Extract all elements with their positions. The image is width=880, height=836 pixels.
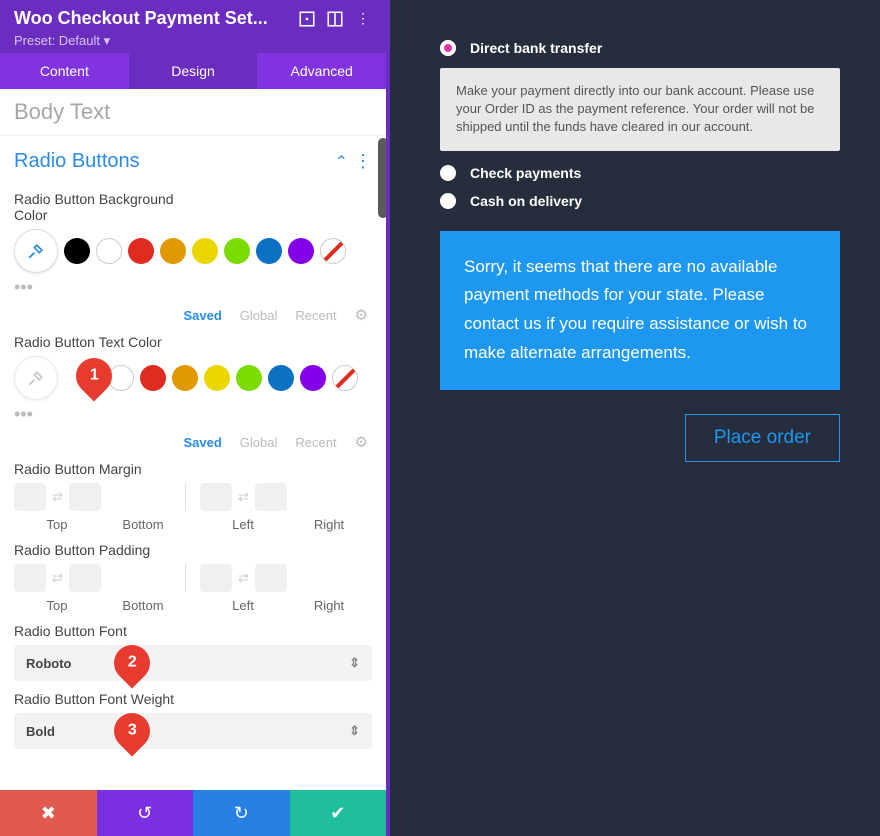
section-title[interactable]: Radio Buttons xyxy=(14,150,335,173)
palette-recent-2[interactable]: Recent xyxy=(295,435,336,450)
padding-top-input[interactable] xyxy=(14,564,46,592)
tab-advanced[interactable]: Advanced xyxy=(257,53,386,89)
palette-global-2[interactable]: Global xyxy=(240,435,278,450)
swatch-green[interactable] xyxy=(224,238,250,264)
action-bar: ✖ ↺ ↻ ✔ xyxy=(0,790,386,836)
pay-opt-1[interactable]: Direct bank transfer xyxy=(470,40,602,56)
sidebar-header: Woo Checkout Payment Set... ⋮ Preset: De… xyxy=(0,0,386,53)
swatch-purple-2[interactable] xyxy=(300,365,326,391)
link-icon-3[interactable]: ⇄ xyxy=(52,570,63,586)
swatch-black[interactable] xyxy=(64,238,90,264)
preview-pane: Direct bank transfer Make your payment d… xyxy=(390,0,880,836)
margin-label: Radio Button Margin xyxy=(14,461,372,477)
save-button[interactable]: ✔ xyxy=(290,790,387,836)
swatch-purple[interactable] xyxy=(288,238,314,264)
kebab-icon[interactable]: ⋮ xyxy=(354,10,372,28)
font-label: Radio Button Font xyxy=(14,623,372,639)
radio-unselected[interactable] xyxy=(440,165,456,181)
module-title: Woo Checkout Payment Set... xyxy=(14,8,288,29)
margin-right-input[interactable] xyxy=(255,483,287,511)
weight-label: Radio Button Font Weight xyxy=(14,691,372,707)
swatch-transparent[interactable] xyxy=(320,238,346,264)
gear-icon-2[interactable]: ⚙ xyxy=(355,433,368,451)
wireframe-icon[interactable] xyxy=(326,10,344,28)
margin-left-input[interactable] xyxy=(200,483,232,511)
palette-global[interactable]: Global xyxy=(240,308,278,323)
swatch-green-2[interactable] xyxy=(236,365,262,391)
undo-button[interactable]: ↺ xyxy=(97,790,194,836)
pay-opt-3[interactable]: Cash on delivery xyxy=(470,193,582,209)
collapsed-section[interactable]: Body Text xyxy=(0,89,386,136)
swatch-blue-2[interactable] xyxy=(268,365,294,391)
callout-1: 1 xyxy=(69,351,120,402)
palette-recent[interactable]: Recent xyxy=(295,308,336,323)
link-icon[interactable]: ⇄ xyxy=(52,489,63,505)
swatch-blue[interactable] xyxy=(256,238,282,264)
padding-right-input[interactable] xyxy=(255,564,287,592)
bg-color-label: Radio Button Background Color xyxy=(14,191,194,223)
preset-dropdown[interactable]: Preset: Default ▾ xyxy=(14,33,372,49)
scrollbar-thumb[interactable] xyxy=(378,138,386,218)
swatch-transparent-2[interactable] xyxy=(332,365,358,391)
padding-bottom-input[interactable] xyxy=(69,564,101,592)
discard-button[interactable]: ✖ xyxy=(0,790,97,836)
swatch-yellow[interactable] xyxy=(192,238,218,264)
pay-opt-2[interactable]: Check payments xyxy=(470,165,581,181)
settings-sidebar: Woo Checkout Payment Set... ⋮ Preset: De… xyxy=(0,0,390,836)
link-icon-2[interactable]: ⇄ xyxy=(238,489,249,505)
place-order-button[interactable]: Place order xyxy=(685,414,840,462)
redo-button[interactable]: ↻ xyxy=(193,790,290,836)
link-icon-4[interactable]: ⇄ xyxy=(238,570,249,586)
eyedropper-button-2[interactable] xyxy=(14,356,58,400)
palette-saved-2[interactable]: Saved xyxy=(183,435,221,450)
tab-design[interactable]: Design xyxy=(129,53,258,89)
tab-bar: Content Design Advanced xyxy=(0,53,386,89)
eyedropper-button[interactable] xyxy=(14,229,58,273)
padding-left-input[interactable] xyxy=(200,564,232,592)
radio-selected[interactable] xyxy=(440,40,456,56)
margin-top-input[interactable] xyxy=(14,483,46,511)
tab-content[interactable]: Content xyxy=(0,53,129,89)
gear-icon[interactable]: ⚙ xyxy=(355,306,368,324)
swatch-orange-2[interactable] xyxy=(172,365,198,391)
more-dots-icon-2[interactable]: ••• xyxy=(14,404,372,425)
swatch-red[interactable] xyxy=(128,238,154,264)
padding-label: Radio Button Padding xyxy=(14,542,372,558)
swatch-white[interactable] xyxy=(96,238,122,264)
margin-bottom-input[interactable] xyxy=(69,483,101,511)
payment-info-box: Make your payment directly into our bank… xyxy=(440,68,840,151)
palette-saved[interactable]: Saved xyxy=(183,308,221,323)
no-methods-message: Sorry, it seems that there are no availa… xyxy=(440,231,840,391)
section-kebab-icon[interactable]: ⋮ xyxy=(354,151,372,172)
expand-icon[interactable] xyxy=(298,10,316,28)
chevron-up-icon[interactable]: ⌃ xyxy=(335,152,348,172)
radio-unselected-2[interactable] xyxy=(440,193,456,209)
swatch-orange[interactable] xyxy=(160,238,186,264)
font-select[interactable]: Roboto⇕ xyxy=(14,645,372,681)
text-color-label: Radio Button Text Color xyxy=(14,334,372,350)
weight-select[interactable]: Bold⇕ xyxy=(14,713,372,749)
swatch-yellow-2[interactable] xyxy=(204,365,230,391)
more-dots-icon[interactable]: ••• xyxy=(14,277,372,298)
swatch-red-2[interactable] xyxy=(140,365,166,391)
